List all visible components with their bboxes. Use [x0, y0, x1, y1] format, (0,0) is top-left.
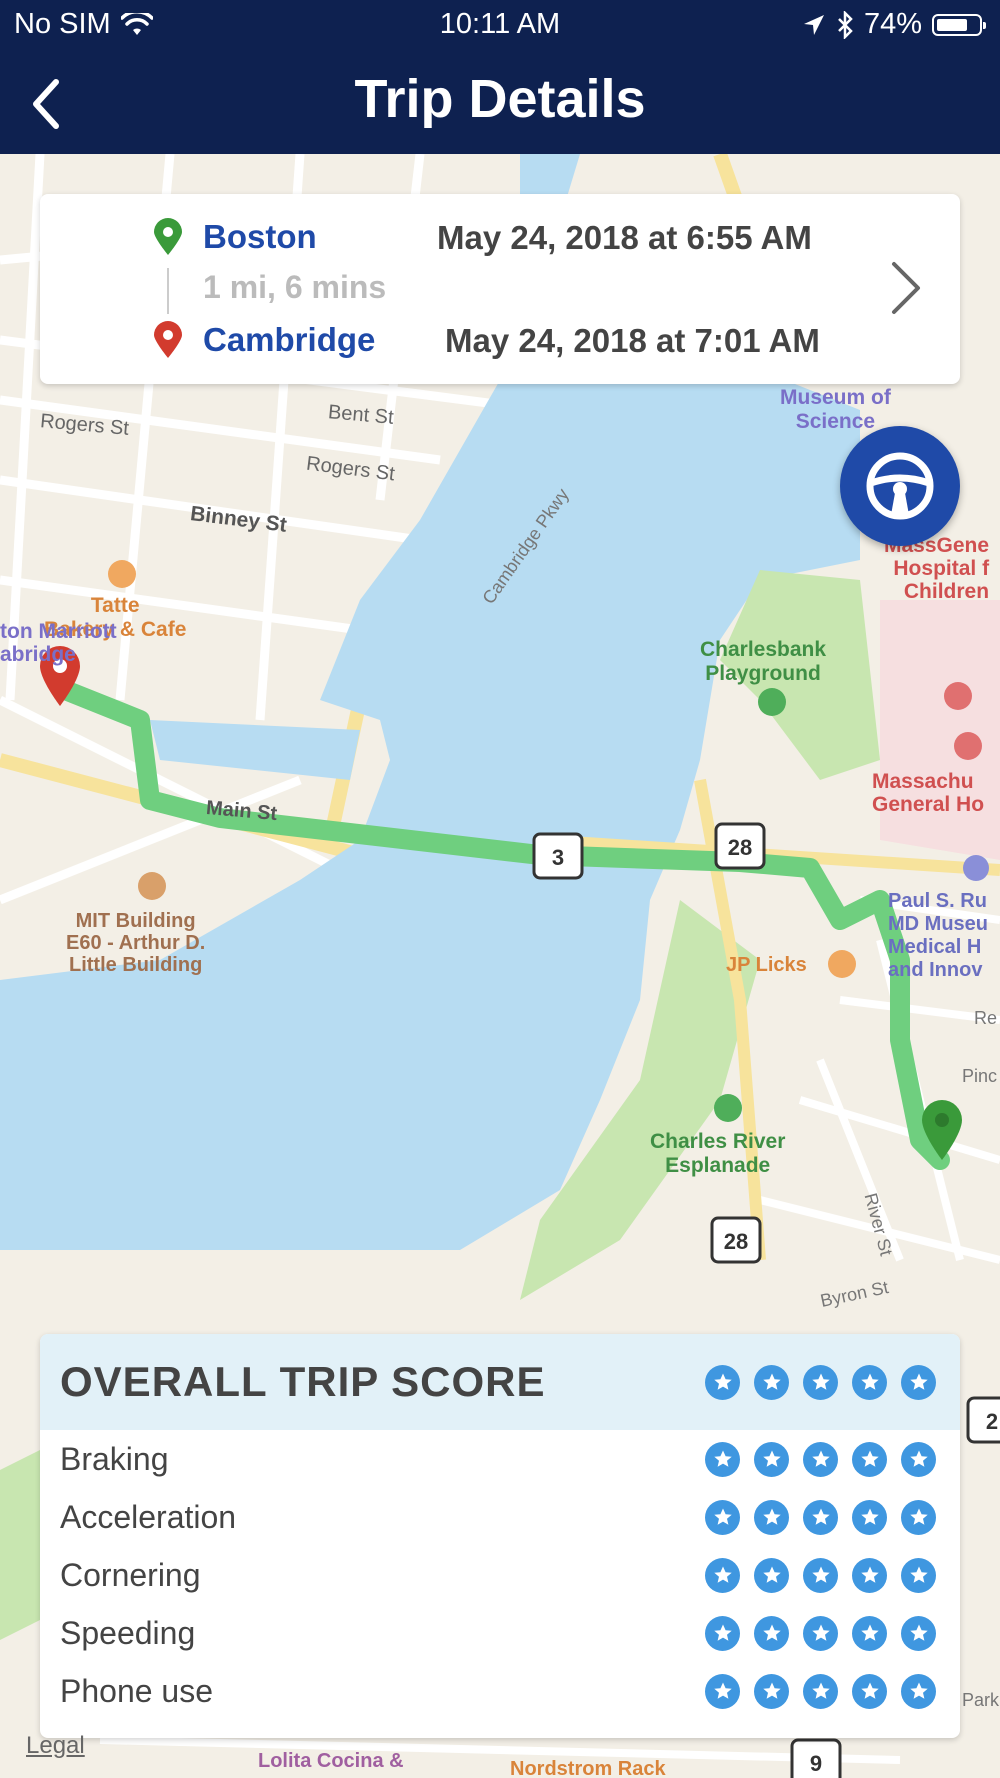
star-icon: [803, 1615, 838, 1651]
trip-distance-duration: 1 mi, 6 mins: [203, 269, 387, 305]
map-label-esplanade: Charles River Esplanade: [650, 1130, 786, 1177]
score-row: Speeding: [40, 1604, 960, 1662]
steering-wheel-icon: [866, 452, 934, 520]
star-rating: [705, 1441, 936, 1477]
map-label-massachu: Massachu General Ho: [872, 770, 985, 816]
trip-summary-card[interactable]: Boston May 24, 2018 at 6:55 AM 1 mi, 6 m…: [40, 194, 960, 384]
score-row: Braking: [40, 1430, 960, 1488]
overall-score-title: OVERALL TRIP SCORE: [60, 1358, 546, 1405]
star-icon: [803, 1557, 838, 1593]
star-icon: [901, 1364, 936, 1400]
star-icon: [754, 1615, 789, 1651]
route-shield-label: 2: [986, 1409, 998, 1434]
chevron-right-icon[interactable]: [888, 260, 922, 316]
star-icon: [852, 1673, 887, 1709]
star-icon: [901, 1557, 936, 1593]
map-label-marriott: ton Marriott abridge: [0, 620, 117, 666]
map-pin-icon: [154, 321, 182, 358]
star-rating: [705, 1499, 936, 1535]
star-icon: [852, 1499, 887, 1535]
star-icon: [705, 1499, 740, 1535]
star-icon: [705, 1557, 740, 1593]
star-icon: [754, 1441, 789, 1477]
star-rating: [705, 1557, 936, 1593]
map-label-jplicks: JP Licks: [726, 954, 807, 976]
score-row-label: Acceleration: [60, 1498, 237, 1535]
origin-timestamp: May 24, 2018 at 6:55 AM: [437, 219, 812, 256]
star-icon: [705, 1673, 740, 1709]
star-icon: [852, 1441, 887, 1477]
map-label-park: Park: [962, 1690, 1000, 1710]
route-shield-label: 28: [728, 835, 752, 860]
battery-percent: 74%: [863, 8, 922, 40]
route-shield-label: 3: [552, 845, 564, 870]
star-icon: [901, 1441, 936, 1477]
map-label-pinc: Pinc: [962, 1066, 998, 1086]
map-label-lolita: Lolita Cocina &: [258, 1750, 404, 1772]
bluetooth-icon: [838, 10, 853, 39]
score-row-label: Phone use: [60, 1672, 214, 1709]
map-label-charlesbank: Charlesbank Playground: [700, 638, 827, 685]
star-rating: [705, 1615, 936, 1651]
route-shield-label: 9: [810, 1751, 822, 1776]
star-icon: [803, 1673, 838, 1709]
star-icon: [901, 1615, 936, 1651]
score-row: Phone use: [40, 1662, 960, 1720]
overall-score-header: OVERALL TRIP SCORE: [40, 1334, 960, 1430]
map-legal-link[interactable]: Legal: [26, 1732, 85, 1760]
star-icon: [852, 1615, 887, 1651]
location-arrow-icon: [803, 14, 824, 35]
map-label-mit: MIT Building E60 - Arthur D. Little Buil…: [66, 910, 206, 976]
star-icon: [705, 1441, 740, 1477]
star-icon: [754, 1364, 789, 1400]
score-row-label: Braking: [60, 1440, 169, 1477]
route-connector: [167, 268, 169, 314]
score-rows: Braking Acceleration Cornering Speeding Phon…: [40, 1430, 960, 1720]
map-label-nordstrom: Nordstrom Rack: [510, 1758, 666, 1778]
star-icon: [803, 1441, 838, 1477]
destination-city: Cambridge: [203, 321, 376, 358]
score-row-label: Speeding: [60, 1614, 196, 1651]
status-bar: No SIM 10:11 AM 74%: [0, 0, 1000, 50]
map-label-museum: Museum of Science: [780, 386, 891, 433]
star-icon: [754, 1673, 789, 1709]
star-rating: [705, 1673, 936, 1709]
star-icon: [901, 1499, 936, 1535]
star-icon: [754, 1499, 789, 1535]
route-shield-label: 28: [724, 1229, 748, 1254]
battery-icon: [932, 13, 986, 36]
star-icon: [754, 1557, 789, 1593]
score-row-label: Cornering: [60, 1556, 201, 1593]
map-label-re: Re: [974, 1008, 998, 1028]
star-icon: [901, 1673, 936, 1709]
score-row: Acceleration: [40, 1488, 960, 1546]
nav-bar: Trip Details: [0, 50, 1000, 154]
map-pin-icon: [154, 218, 182, 255]
star-icon: [803, 1364, 838, 1400]
map-label-paul: Paul S. Ru MD Museu Medical H and Innov: [888, 890, 988, 981]
star-icon: [852, 1557, 887, 1593]
trip-score-card: OVERALL TRIP SCORE Braking Acceleration Co…: [40, 1334, 960, 1738]
page-title: Trip Details: [354, 69, 646, 129]
overall-star-rating: [705, 1364, 936, 1400]
star-icon: [803, 1499, 838, 1535]
origin-city: Boston: [203, 218, 317, 255]
origin-row: Boston: [154, 218, 443, 256]
destination-row: Cambridge: [154, 321, 443, 359]
destination-timestamp: May 24, 2018 at 7:01 AM: [445, 322, 820, 359]
star-icon: [852, 1364, 887, 1400]
star-icon: [705, 1364, 740, 1400]
status-right-group: 74%: [802, 8, 986, 41]
score-row: Cornering: [40, 1546, 960, 1604]
driving-mode-button[interactable]: [840, 426, 960, 546]
star-icon: [705, 1615, 740, 1651]
